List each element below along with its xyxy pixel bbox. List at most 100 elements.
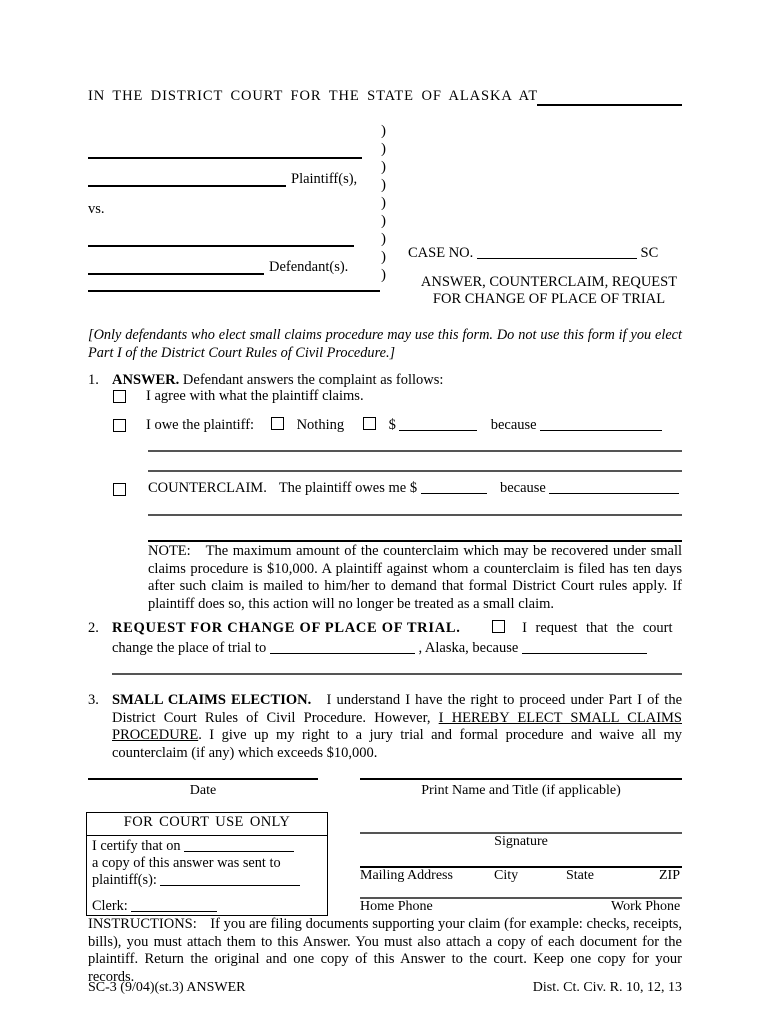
court-location-blank[interactable] xyxy=(537,104,682,106)
change-place-reason-blank[interactable] xyxy=(521,653,647,654)
owe-because-blank[interactable] xyxy=(540,430,663,431)
counterclaim-because-label: because xyxy=(499,480,546,496)
option-agree-label: I agree with what the plaintiff claims. xyxy=(146,388,364,404)
caption-paren: ) xyxy=(381,249,386,265)
section-1-header-row: ANSWER. Defendant answers the complaint … xyxy=(112,372,443,389)
section-1-heading: ANSWER. xyxy=(112,372,180,388)
section-3-heading: SMALL CLAIMS ELECTION. xyxy=(112,692,312,708)
caption-paren: ) xyxy=(381,267,386,283)
plaintiffs-line: plaintiff(s): xyxy=(92,872,301,889)
owe-because-label: because xyxy=(490,417,537,433)
counterclaim-amount-blank[interactable] xyxy=(420,493,487,494)
court-use-box-divider xyxy=(87,835,327,836)
form-number-footer: SC-3 (9/04)(st.3) ANSWER xyxy=(88,980,246,995)
clerk-label: Clerk: xyxy=(92,898,128,914)
certify-line: I certify that on xyxy=(92,838,295,855)
section-3-text-part2: . I give up my right to a jury trial and… xyxy=(112,727,682,761)
change-place-middle: , Alaska, because xyxy=(418,640,519,656)
section-2-request-text: I request that the court xyxy=(522,620,673,636)
caption-paren: ) xyxy=(381,141,386,157)
checkbox-request-change-of-venue[interactable] xyxy=(491,620,505,633)
document-title: ANSWER, COUNTERCLAIM, REQUEST FOR CHANGE… xyxy=(408,274,690,308)
note-text: The maximum amount of the counterclaim w… xyxy=(148,543,683,612)
counterclaim-row: COUNTERCLAIM. The plaintiff owes me $ be… xyxy=(148,480,680,497)
home-phone-label: Home Phone xyxy=(360,899,433,914)
court-use-box-title: FOR COURT USE ONLY xyxy=(123,814,291,830)
counterclaim-because-blank[interactable] xyxy=(549,493,680,494)
print-name-blank[interactable] xyxy=(360,778,682,780)
copy-sent-text: a copy of this answer was sent to xyxy=(92,855,281,871)
checkbox-counterclaim[interactable] xyxy=(113,483,126,496)
state-label: State xyxy=(566,868,594,883)
instructions-label: INSTRUCTIONS: xyxy=(88,916,197,932)
court-title: IN THE DISTRICT COURT FOR THE STATE OF A… xyxy=(88,88,539,104)
case-number-row: CASE NO. SC xyxy=(408,245,658,262)
defendant-name-blank-2[interactable] xyxy=(88,273,264,275)
document-title-line2: FOR CHANGE OF PLACE OF TRIAL xyxy=(432,291,666,307)
caption-paren: ) xyxy=(381,195,386,211)
section-2-line2: change the place of trial to , Alaska, b… xyxy=(112,640,647,657)
certify-date-blank[interactable] xyxy=(184,851,295,852)
form-use-note: [Only defendants who elect small claims … xyxy=(88,327,682,361)
plaintiff-label: Plaintiff(s), xyxy=(291,171,358,187)
mailing-address-label: Mailing Address xyxy=(360,868,453,883)
form-page: IN THE DISTRICT COURT FOR THE STATE OF A… xyxy=(0,0,770,1024)
print-name-label: Print Name and Title (if applicable) xyxy=(421,783,621,798)
caption-paren: ) xyxy=(381,231,386,247)
plaintiff-name-blank-2[interactable] xyxy=(88,185,286,187)
section-3-number: 3. xyxy=(88,692,99,708)
date-label: Date xyxy=(189,783,217,798)
section-2-number: 2. xyxy=(88,620,99,636)
owe-plaintiff-label: I owe the plaintiff: xyxy=(146,417,255,433)
vs-label: vs. xyxy=(88,201,105,217)
case-number-blank[interactable] xyxy=(476,258,637,259)
date-blank[interactable] xyxy=(88,778,318,780)
section-3-body: SMALL CLAIMS ELECTION. I understand I ha… xyxy=(112,692,682,762)
owe-dollar-sign: $ xyxy=(388,417,396,433)
change-place-prefix: change the place of trial to xyxy=(112,640,267,656)
document-title-line1: ANSWER, COUNTERCLAIM, REQUEST xyxy=(420,274,678,290)
note-top-rule xyxy=(148,540,682,542)
caption-paren: ) xyxy=(381,123,386,139)
answer-continuation-blank-2[interactable] xyxy=(148,470,682,472)
counterclaim-continuation-blank[interactable] xyxy=(148,514,682,516)
case-number-label: CASE NO. xyxy=(408,245,474,261)
caption-paren: ) xyxy=(381,177,386,193)
defendant-label: Defendant(s). xyxy=(269,259,349,275)
checkbox-owe-amount[interactable] xyxy=(363,417,377,430)
caption-paren: ) xyxy=(381,213,386,229)
counterclaim-label: COUNTERCLAIM. xyxy=(148,480,267,496)
zip-label: ZIP xyxy=(659,868,680,883)
caption-bottom-blank[interactable] xyxy=(88,290,380,292)
new-place-of-trial-blank[interactable] xyxy=(269,653,415,654)
case-number-suffix: SC xyxy=(640,245,659,261)
checkbox-i-owe-plaintiff[interactable] xyxy=(113,419,126,432)
clerk-blank[interactable] xyxy=(131,911,218,912)
checkbox-agree-with-claims[interactable] xyxy=(113,390,126,403)
counterclaim-text: The plaintiff owes me $ xyxy=(278,480,418,496)
defendant-name-blank-1[interactable] xyxy=(88,245,354,247)
certify-text: I certify that on xyxy=(92,838,181,854)
owe-plaintiff-row: I owe the plaintiff: Nothing $ because xyxy=(146,417,663,434)
answer-continuation-blank-1[interactable] xyxy=(148,450,682,452)
clerk-line: Clerk: xyxy=(92,898,218,915)
work-phone-label: Work Phone xyxy=(611,899,681,914)
rule-citation-footer: Dist. Ct. Civ. R. 10, 12, 13 xyxy=(532,980,682,995)
owe-amount-blank[interactable] xyxy=(399,430,478,431)
owe-nothing-label: Nothing xyxy=(296,417,345,433)
section-1-number: 1. xyxy=(88,372,99,388)
section-2-header-row: REQUEST FOR CHANGE OF PLACE OF TRIAL. I … xyxy=(112,620,673,637)
instructions-block: INSTRUCTIONS: If you are filing document… xyxy=(88,916,682,986)
checkbox-owe-nothing[interactable] xyxy=(271,417,285,430)
section-2-heading: REQUEST FOR CHANGE OF PLACE OF TRIAL. xyxy=(112,620,461,636)
plaintiff-name-blank-1[interactable] xyxy=(88,157,362,159)
plaintiffs-blank[interactable] xyxy=(160,885,301,886)
section-1-lead: Defendant answers the complaint as follo… xyxy=(182,372,444,388)
plaintiffs-label: plaintiff(s): xyxy=(92,872,157,888)
signature-label: Signature xyxy=(494,834,548,849)
section-2-continuation-blank[interactable] xyxy=(112,673,682,675)
counterclaim-note: NOTE: The maximum amount of the counterc… xyxy=(148,543,682,613)
note-label: NOTE: xyxy=(148,543,191,559)
caption-paren: ) xyxy=(381,159,386,175)
city-label: City xyxy=(494,868,519,883)
